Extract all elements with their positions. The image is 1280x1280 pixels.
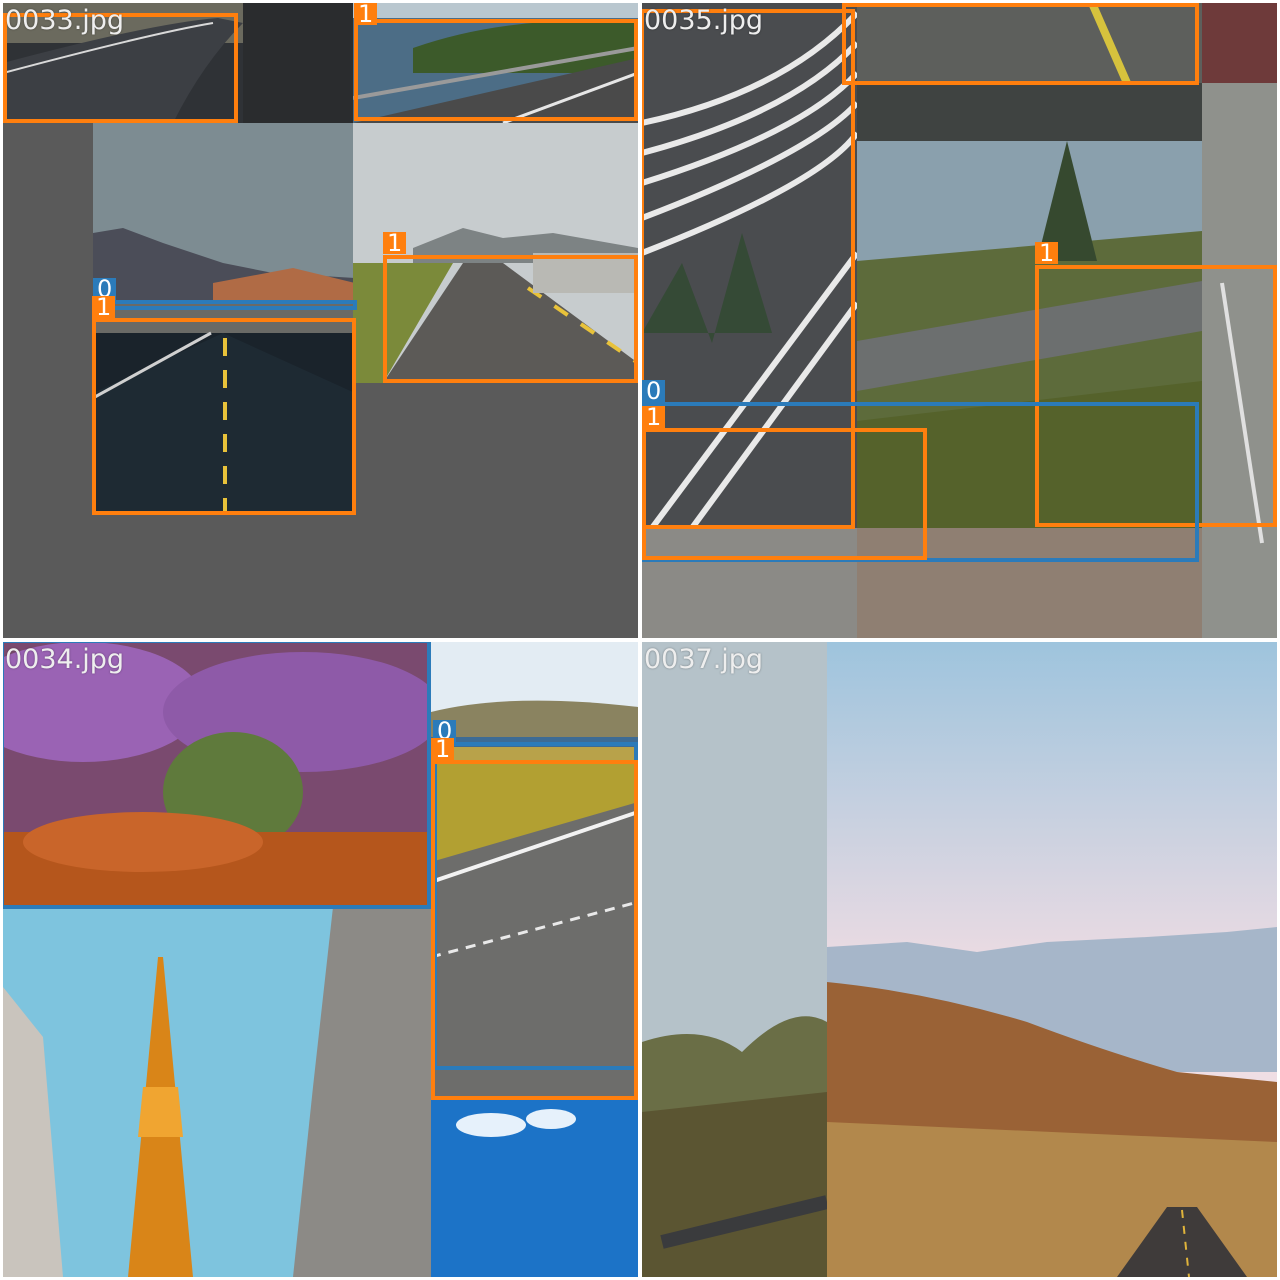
- mosaic-tile-0035: 1 0 1 0035.jpg: [642, 3, 1277, 638]
- mosaic-tile-0034: 0 0 1 0034.jpg: [3, 642, 638, 1277]
- class-label-tag: 1: [642, 405, 666, 429]
- mosaic-tile-0037: 0037.jpg: [642, 642, 1277, 1277]
- class-label-tag: 0: [642, 379, 666, 403]
- tile-filename: 0034.jpg: [5, 644, 125, 675]
- photo-blue-sky: [431, 1097, 638, 1277]
- mosaic-tile-0033: 1 1 0 1 0033.jpg: [3, 3, 638, 638]
- photo-desert-dusk: [93, 123, 355, 303]
- photo-misty-hills: [642, 642, 827, 1277]
- class-label-tag: 1: [383, 231, 407, 255]
- class-label-tag: 1: [1035, 241, 1059, 265]
- tile-filename: 0037.jpg: [644, 644, 764, 675]
- detection-box-class1: [842, 3, 1199, 85]
- detection-box-class1: [431, 760, 638, 1100]
- tile-filename: 0033.jpg: [5, 5, 125, 36]
- class-label-tag: 1: [354, 3, 378, 26]
- detection-box-class1: [383, 255, 638, 383]
- photo-eiffel-tower: [3, 907, 431, 1277]
- detection-box-class0: [93, 300, 357, 310]
- detection-box-class1: [642, 428, 927, 560]
- detection-box-class1: [354, 19, 638, 121]
- detection-box-class0: [3, 642, 431, 909]
- photo-desert-mountain-road: [827, 642, 1277, 1277]
- class-label-tag: 1: [92, 295, 116, 319]
- detection-box-class1: [92, 318, 356, 515]
- tile-filename: 0035.jpg: [644, 5, 764, 36]
- class-label-tag: 1: [431, 737, 455, 761]
